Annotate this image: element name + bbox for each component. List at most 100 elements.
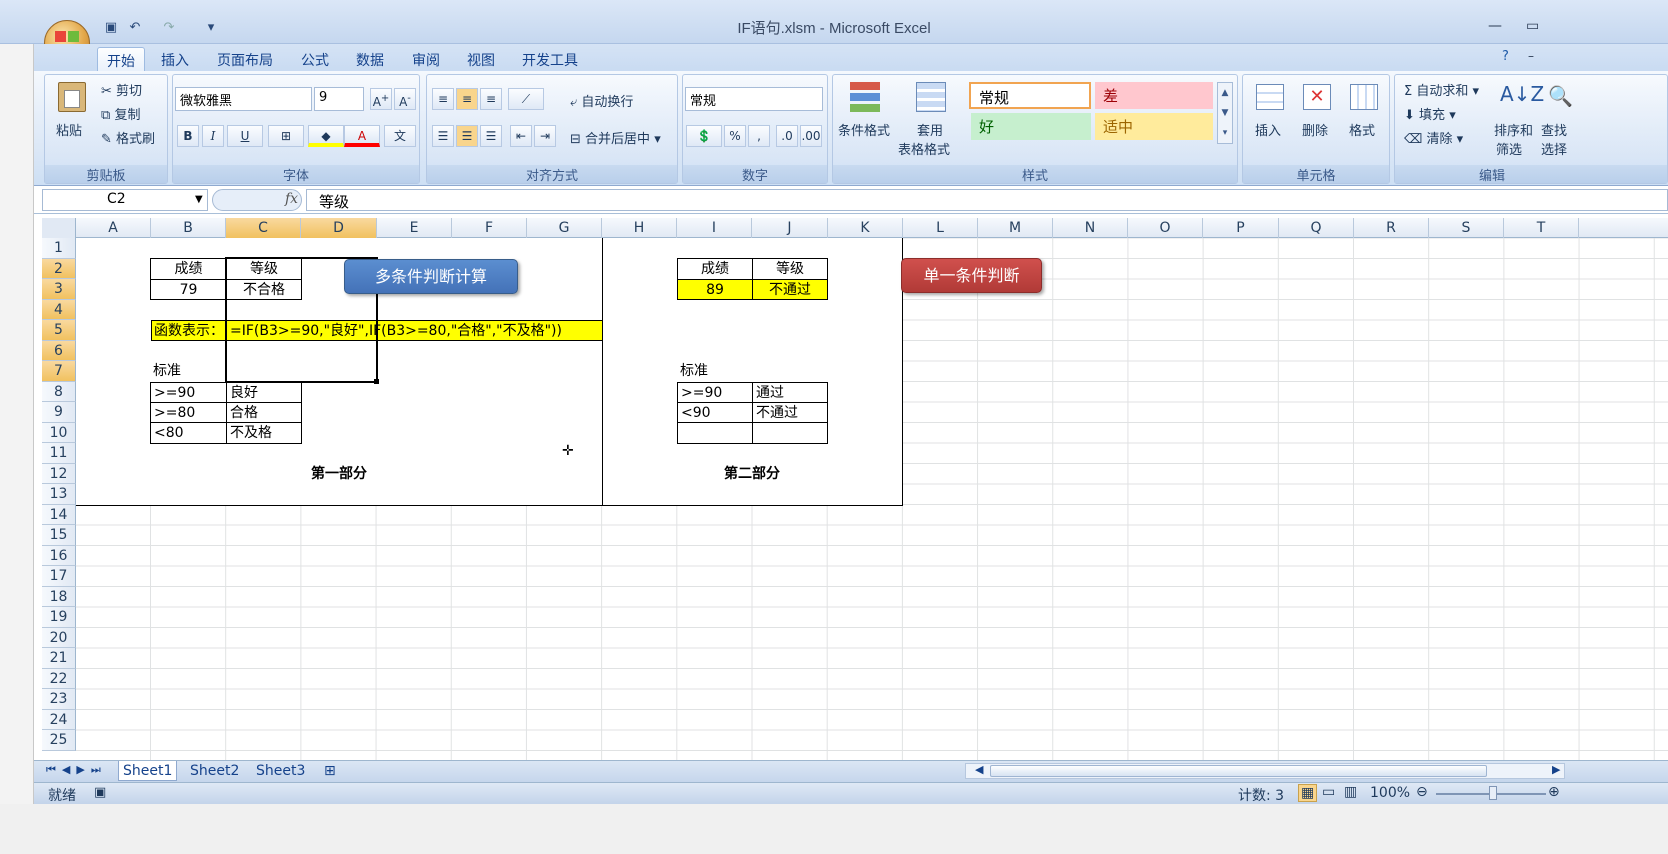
part1-rule-result[interactable]: 良好 (226, 382, 302, 403)
column-header[interactable]: B (151, 218, 226, 238)
zoom-out-icon[interactable]: ⊖ (1416, 784, 1428, 800)
row-header[interactable]: 15 (42, 525, 76, 546)
row-header[interactable]: 4 (42, 299, 76, 320)
row-header[interactable]: 19 (42, 607, 76, 628)
styles-scroll-icon[interactable]: ▲ ▼ ▾ (1217, 82, 1233, 144)
zoom-in-icon[interactable]: ⊕ (1548, 784, 1560, 800)
row-header[interactable]: 6 (42, 340, 76, 361)
column-header[interactable]: N (1053, 218, 1128, 238)
tab-developer[interactable]: 开发工具 (513, 47, 587, 71)
tab-home[interactable]: 开始 (97, 47, 145, 71)
row-header[interactable]: 14 (42, 504, 76, 525)
comma-button[interactable]: , (748, 125, 770, 147)
part2-score-header[interactable]: 成绩 (677, 258, 753, 280)
page-break-view-icon[interactable]: ▥ (1344, 784, 1357, 800)
sheet-tab-2[interactable]: Sheet2 (186, 761, 243, 781)
tab-formulas[interactable]: 公式 (292, 47, 338, 71)
row-header[interactable]: 2 (42, 258, 76, 279)
fill-button[interactable]: ⬇ 填充 ▾ (1404, 104, 1456, 123)
sheet-tab-3[interactable]: Sheet3 (252, 761, 309, 781)
find-select-icon[interactable]: 🔍 (1548, 84, 1573, 108)
delete-cells-icon[interactable]: ✕ (1303, 84, 1331, 110)
part2-rule-cond[interactable]: >=90 (677, 382, 753, 403)
zoom-slider-thumb[interactable] (1489, 786, 1497, 800)
font-name-combo[interactable]: 微软雅黑 (175, 87, 312, 111)
row-header[interactable]: 24 (42, 709, 76, 730)
column-header[interactable]: I (677, 218, 752, 238)
column-header[interactable]: K (828, 218, 903, 238)
currency-icon[interactable]: 💲 (686, 125, 722, 147)
tab-insert[interactable]: 插入 (152, 47, 198, 71)
insert-cells-button[interactable]: 插入 (1255, 120, 1281, 139)
row-header[interactable]: 7 (42, 361, 76, 382)
format-painter-button[interactable]: ✎ 格式刷 (101, 128, 155, 147)
row-header[interactable]: 10 (42, 422, 76, 443)
table-format-top-label[interactable]: 套用 (917, 120, 943, 139)
sheet-tab-1[interactable]: Sheet1 (118, 761, 178, 781)
page-layout-view-icon[interactable]: ▭ (1322, 784, 1335, 800)
grow-font-icon[interactable]: A+ (370, 88, 392, 110)
part2-grade[interactable]: 不通过 (752, 279, 828, 300)
column-header[interactable]: C (226, 218, 301, 238)
shrink-font-icon[interactable]: A- (394, 88, 416, 110)
paste-icon[interactable] (58, 82, 86, 112)
maximize-icon[interactable]: ▭ (1526, 18, 1539, 34)
table-format-icon[interactable] (916, 82, 946, 112)
help-icon[interactable]: ? (1502, 49, 1509, 64)
row-header[interactable]: 17 (42, 566, 76, 587)
column-header[interactable]: D (301, 218, 377, 238)
row-header[interactable]: 12 (42, 463, 76, 484)
part1-rule-result[interactable]: 不及格 (226, 422, 302, 444)
sort-filter-bottom-label[interactable]: 筛选 (1496, 139, 1522, 158)
part1-rule-cond[interactable]: >=90 (150, 382, 227, 403)
tab-review[interactable]: 审阅 (403, 47, 449, 71)
table-format-bottom-label[interactable]: 表格格式 (898, 139, 950, 158)
row-header[interactable]: 5 (42, 320, 76, 341)
row-header[interactable]: 22 (42, 668, 76, 689)
style-neutral[interactable]: 适中 (1095, 113, 1213, 140)
orientation-icon[interactable]: ⟋ (508, 88, 544, 110)
fill-handle[interactable] (374, 379, 379, 384)
row-header[interactable]: 23 (42, 689, 76, 710)
increase-decimal-icon[interactable]: .0 (776, 125, 798, 147)
part1-formula-text[interactable]: =IF(B3>=90,"良好",IF(B3>=80,"合格","不及格")) (226, 321, 602, 340)
minimize-icon[interactable]: — (1488, 18, 1502, 34)
part1-score-header[interactable]: 成绩 (150, 258, 227, 280)
part2-rule-result[interactable]: 不通过 (752, 402, 828, 423)
cut-button[interactable]: ✂ 剪切 (101, 80, 142, 99)
merge-center-button[interactable]: ⊟ 合并后居中 ▾ (570, 128, 661, 147)
column-header[interactable]: L (903, 218, 978, 238)
part1-grade[interactable]: 不合格 (226, 279, 302, 300)
multi-condition-button[interactable]: 多条件判断计算 (344, 259, 518, 294)
fill-color-icon[interactable]: ◆ (308, 125, 344, 147)
row-header[interactable]: 3 (42, 279, 76, 300)
align-center-icon[interactable]: ☰ (456, 125, 478, 147)
column-header[interactable]: F (452, 218, 527, 238)
delete-cells-button[interactable]: 删除 (1302, 120, 1328, 139)
wrap-text-button[interactable]: ⤶ 自动换行 (570, 91, 633, 110)
row-header[interactable]: 25 (42, 730, 76, 751)
column-header[interactable]: S (1429, 218, 1504, 238)
zoom-level[interactable]: 100% (1370, 785, 1410, 801)
italic-button[interactable]: I (202, 125, 224, 147)
part2-score[interactable]: 89 (677, 279, 753, 300)
scroll-left-icon[interactable]: ◀ (975, 763, 983, 776)
part2-rule-cond[interactable]: <90 (677, 402, 753, 423)
align-left-icon[interactable]: ☰ (432, 125, 454, 147)
style-normal[interactable]: 常规 (969, 82, 1091, 109)
decrease-indent-icon[interactable]: ⇤ (510, 125, 532, 147)
column-header[interactable]: O (1128, 218, 1203, 238)
column-header[interactable]: P (1203, 218, 1279, 238)
macro-record-icon[interactable]: ▣ (94, 785, 106, 800)
find-select-bottom-label[interactable]: 选择 (1541, 139, 1567, 158)
tab-view[interactable]: 视图 (458, 47, 504, 71)
ribbon-minimize-icon[interactable]: – (1528, 49, 1534, 63)
style-bad[interactable]: 差 (1095, 82, 1213, 109)
column-header[interactable]: J (752, 218, 828, 238)
clear-button[interactable]: ⌫ 清除 ▾ (1404, 128, 1463, 147)
align-top-icon[interactable]: ≡ (432, 88, 454, 110)
font-size-combo[interactable]: 9 (314, 87, 364, 111)
customize-toolbar-icon[interactable]: ▾ (202, 20, 220, 36)
align-middle-icon[interactable]: ≡ (456, 88, 478, 110)
row-header[interactable]: 8 (42, 381, 76, 402)
